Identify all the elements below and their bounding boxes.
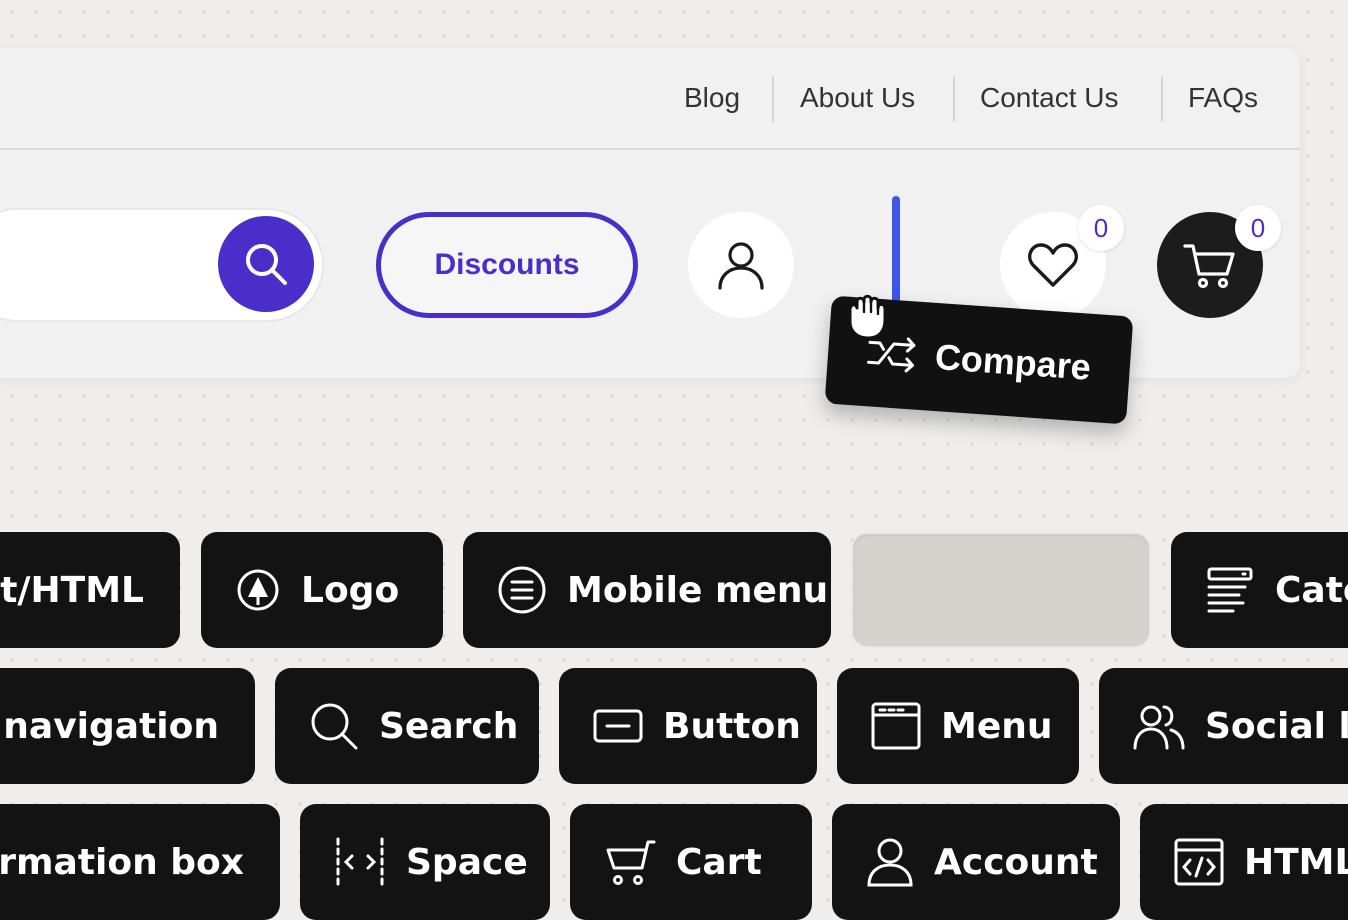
widget-label: Logo — [301, 569, 400, 611]
widget-label: Social lir — [1205, 705, 1348, 747]
widget-button[interactable]: Button — [559, 668, 817, 784]
compare-label: Compare — [933, 335, 1093, 388]
user-icon — [867, 838, 913, 887]
grab-hand-icon — [848, 294, 887, 340]
widget-label: Account — [934, 841, 1098, 883]
widget-placeholder-slot — [851, 532, 1151, 648]
cart-icon — [606, 840, 656, 885]
widget-cart[interactable]: Cart — [570, 804, 812, 920]
search-button[interactable] — [218, 216, 314, 312]
widget-information-box[interactable]: formation box — [0, 804, 280, 920]
widget-account[interactable]: Account — [832, 804, 1120, 920]
widget-space[interactable]: Space — [300, 804, 550, 920]
nav-link-about-us[interactable]: About Us — [800, 48, 915, 148]
window-menu-icon — [871, 702, 921, 750]
cart-count-badge: 0 — [1235, 205, 1281, 251]
user-icon — [718, 242, 764, 290]
widget-categories[interactable]: Cate — [1171, 532, 1348, 648]
widget-sticky-navigation[interactable]: ky navigation — [0, 668, 255, 784]
nav-link-blog[interactable]: Blog — [684, 48, 740, 148]
widget-label: Space — [406, 841, 528, 883]
widget-label: Cart — [676, 841, 762, 883]
widget-label: ky navigation — [0, 705, 219, 747]
account-button[interactable] — [688, 212, 794, 318]
nav-divider — [1161, 76, 1163, 122]
wishlist-count-badge: 0 — [1078, 205, 1124, 251]
widget-mobile-menu[interactable]: Mobile menu — [463, 532, 831, 648]
widget-label: formation box — [0, 841, 244, 883]
categories-icon — [1207, 567, 1253, 613]
discounts-button[interactable]: Discounts — [376, 212, 638, 318]
top-navigation-bar: Blog About Us Contact Us FAQs — [0, 48, 1300, 150]
nav-divider — [953, 76, 955, 122]
widget-logo[interactable]: Logo — [201, 532, 443, 648]
widget-html[interactable]: HTML — [1140, 804, 1348, 920]
widget-label: Mobile menu — [567, 569, 829, 611]
space-icon — [336, 837, 384, 887]
widget-search[interactable]: Search — [275, 668, 539, 784]
nav-divider — [772, 76, 774, 122]
widget-label: Menu — [941, 705, 1053, 747]
users-icon — [1133, 705, 1185, 750]
widget-label: Button — [663, 705, 801, 747]
mobile-menu-icon — [498, 566, 546, 614]
widget-label: Cate — [1275, 569, 1348, 611]
logo-icon — [237, 569, 279, 611]
code-window-icon — [1174, 838, 1224, 886]
cart-icon — [1183, 244, 1235, 289]
search-icon — [311, 703, 358, 750]
widget-label: HTML — [1244, 841, 1348, 883]
widget-menu[interactable]: Menu — [837, 668, 1079, 784]
widget-text-html[interactable]: xt/HTML — [0, 532, 180, 648]
widget-label: Search — [379, 705, 519, 747]
widget-label: xt/HTML — [0, 569, 144, 611]
nav-link-contact-us[interactable]: Contact Us — [980, 48, 1119, 148]
button-icon — [593, 709, 643, 743]
widget-social-links[interactable]: Social lir — [1099, 668, 1348, 784]
search-icon — [246, 244, 287, 285]
heart-icon — [1028, 243, 1078, 287]
nav-link-faqs[interactable]: FAQs — [1188, 48, 1258, 148]
